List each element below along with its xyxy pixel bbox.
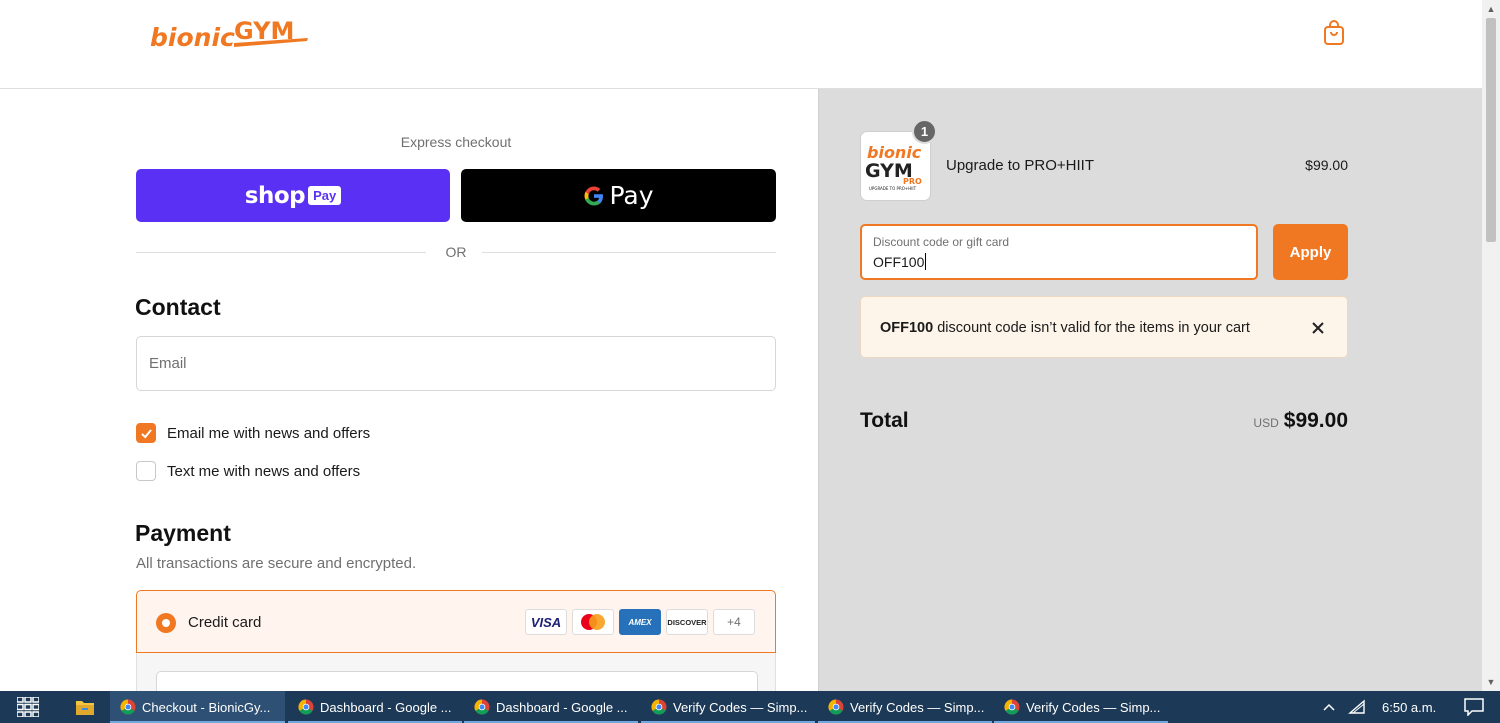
- google-g-icon: [584, 186, 604, 205]
- amex-icon: AMEX: [619, 609, 661, 635]
- chrome-icon: [474, 699, 490, 715]
- product-price: $99.00: [1305, 157, 1348, 173]
- windows-taskbar: Checkout - BionicGy... Dashboard - Googl…: [0, 691, 1500, 723]
- taskbar-item-verify-3[interactable]: Verify Codes — Simp...: [994, 691, 1168, 723]
- text-news-option[interactable]: Text me with news and offers: [136, 461, 360, 481]
- email-news-label: Email me with news and offers: [167, 424, 371, 442]
- email-news-checkbox[interactable]: [136, 423, 156, 443]
- quantity-badge: 1: [912, 119, 937, 144]
- taskbar-item-label: Dashboard - Google ...: [320, 699, 452, 715]
- close-icon[interactable]: [1306, 316, 1330, 340]
- chrome-icon: [828, 699, 844, 715]
- taskbar-item-label: Checkout - BionicGy...: [142, 699, 271, 715]
- card-brand-list: VISA AMEX DISCOVER +4: [525, 609, 755, 635]
- total-amount: $99.00: [1283, 409, 1348, 432]
- total-currency: USD: [1253, 416, 1279, 430]
- more-cards-badge[interactable]: +4: [713, 609, 755, 635]
- visa-icon: VISA: [525, 609, 567, 635]
- product-name: Upgrade to PRO+HIIT: [946, 157, 1094, 174]
- or-divider: OR: [136, 243, 776, 263]
- taskbar-item-verify-2[interactable]: Verify Codes — Simp...: [818, 691, 992, 723]
- discount-code-input[interactable]: Discount code or gift card OFF100: [860, 224, 1258, 280]
- credit-card-radio[interactable]: [156, 613, 176, 633]
- taskbar-item-dashboard-2[interactable]: Dashboard - Google ...: [464, 691, 638, 723]
- chrome-icon: [298, 699, 314, 715]
- file-explorer-icon[interactable]: [75, 698, 95, 716]
- svg-text:bionic: bionic: [150, 23, 235, 52]
- chrome-icon: [1004, 699, 1020, 715]
- express-checkout-label: Express checkout: [400, 134, 512, 150]
- taskbar-item-checkout[interactable]: Checkout - BionicGy...: [110, 691, 285, 723]
- contact-heading: Contact: [135, 294, 221, 320]
- chrome-icon: [651, 699, 667, 715]
- credit-card-option[interactable]: Credit card VISA AMEX DISCOVER +4: [136, 590, 776, 653]
- total-label: Total: [860, 409, 909, 432]
- bionic-gym-logo[interactable]: bionic GYM: [148, 14, 312, 54]
- discount-error-banner: OFF100 discount code isn’t valid for the…: [860, 296, 1348, 358]
- system-tray: 6:50 a.m.: [1322, 691, 1484, 723]
- text-news-label: Text me with news and offers: [167, 462, 361, 480]
- page-scrollbar[interactable]: ▲ ▼: [1482, 0, 1500, 691]
- shop-pay-badge: Pay: [308, 186, 342, 205]
- wifi-icon[interactable]: [1348, 699, 1366, 715]
- svg-text:UPGRADE TO PRO+HIIT: UPGRADE TO PRO+HIIT: [869, 186, 917, 191]
- start-grid-icon[interactable]: [17, 697, 39, 717]
- taskbar-item-label: Verify Codes — Simp...: [1026, 699, 1161, 715]
- credit-card-label: Credit card: [188, 614, 262, 631]
- card-details-panel: [136, 653, 776, 701]
- text-news-checkbox[interactable]: [136, 461, 156, 481]
- mastercard-icon: [572, 609, 614, 635]
- shop-pay-button[interactable]: shop Pay: [136, 169, 450, 222]
- chevron-up-icon[interactable]: [1322, 702, 1336, 712]
- email-news-option[interactable]: Email me with news and offers: [136, 423, 370, 443]
- svg-text:PRO: PRO: [903, 177, 922, 186]
- taskbar-item-verify-1[interactable]: Verify Codes — Simp...: [641, 691, 815, 723]
- site-header: bionic GYM: [0, 0, 1482, 89]
- taskbar-item-label: Verify Codes — Simp...: [673, 699, 808, 715]
- scroll-up-arrow-icon[interactable]: ▲: [1482, 2, 1500, 16]
- taskbar-item-label: Verify Codes — Simp...: [850, 699, 985, 715]
- payment-heading: Payment: [135, 520, 231, 546]
- apply-discount-button[interactable]: Apply: [1273, 224, 1348, 280]
- payment-security-note: All transactions are secure and encrypte…: [136, 555, 417, 572]
- discover-icon: DISCOVER: [666, 609, 708, 635]
- total-value: USD $99.00: [1150, 409, 1348, 433]
- checkmark-icon: [140, 428, 152, 438]
- shopping-bag-icon[interactable]: [1322, 20, 1346, 46]
- shop-pay-word: shop: [244, 182, 306, 209]
- taskbar-clock[interactable]: 6:50 a.m.: [1382, 700, 1436, 715]
- taskbar-item-dashboard-1[interactable]: Dashboard - Google ...: [288, 691, 462, 723]
- scrollbar-thumb[interactable]: [1486, 18, 1496, 242]
- notifications-icon[interactable]: [1464, 698, 1484, 716]
- email-input[interactable]: [136, 336, 776, 391]
- scroll-down-arrow-icon[interactable]: ▼: [1482, 675, 1500, 689]
- discount-code-value[interactable]: OFF100: [873, 253, 927, 270]
- discount-code-label: Discount code or gift card: [873, 235, 1010, 249]
- taskbar-item-label: Dashboard - Google ...: [496, 699, 628, 715]
- checkout-page: bionic GYM Express checkout shop Pay Pay…: [0, 0, 1500, 723]
- google-pay-word: Pay: [609, 181, 654, 210]
- chrome-icon: [120, 699, 136, 715]
- google-pay-button[interactable]: Pay: [461, 169, 776, 222]
- discount-error-message: OFF100 discount code isn’t valid for the…: [880, 320, 1250, 336]
